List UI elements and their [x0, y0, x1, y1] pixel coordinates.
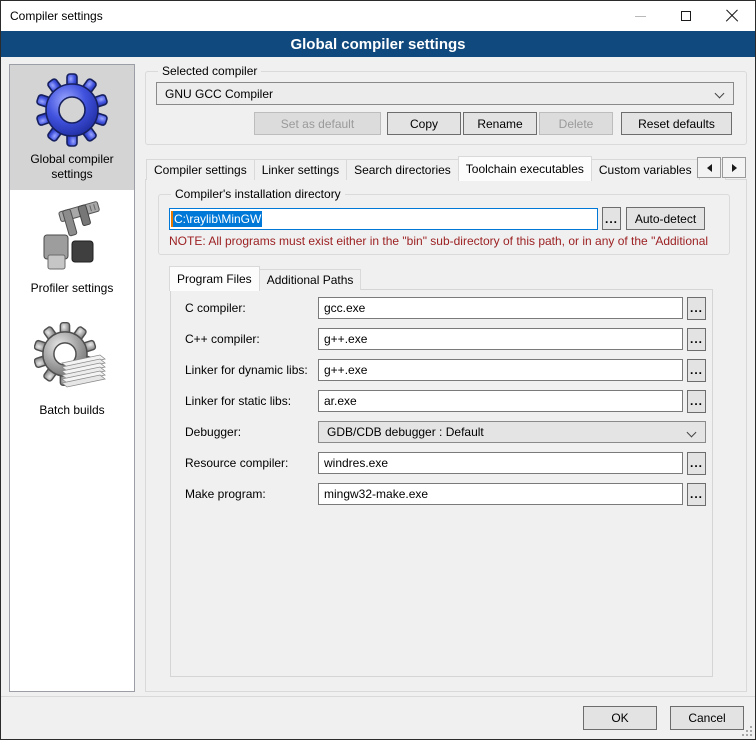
dialog-footer: OK Cancel: [1, 696, 755, 739]
browse-c-compiler-button[interactable]: ...: [687, 297, 706, 320]
field-label: Linker for static libs:: [185, 394, 318, 408]
installation-directory-row: C:\raylib\MinGW ... Auto-detect: [169, 207, 719, 230]
resource-compiler-input[interactable]: [318, 452, 683, 474]
program-files-tab-strip: Program Files Additional Paths: [169, 265, 730, 290]
field-label: C++ compiler:: [185, 332, 318, 346]
resize-grip[interactable]: [742, 726, 744, 728]
tab-program-files[interactable]: Program Files: [169, 266, 260, 291]
field-label: Debugger:: [185, 425, 318, 439]
delete-button[interactable]: Delete: [539, 112, 613, 135]
selected-compiler-group: Selected compiler GNU GCC Compiler Set a…: [145, 64, 747, 145]
program-files-panel: C compiler: ... C++ compiler: ... Linker…: [170, 289, 713, 677]
tab-scroll-right-button[interactable]: [722, 157, 746, 178]
static-linker-input[interactable]: [318, 390, 683, 412]
cancel-button[interactable]: Cancel: [670, 706, 744, 730]
sidebar-item-label: Profiler settings: [12, 281, 132, 296]
sidebar-item-label: Batch builds: [12, 403, 132, 418]
installation-directory-input[interactable]: C:\raylib\MinGW: [169, 208, 598, 230]
tab-scroll-buttons: [697, 157, 746, 178]
sidebar-item-label: Global compiler settings: [12, 152, 132, 182]
profiler-caliper-icon: [34, 197, 110, 277]
field-row-make-program: Make program: ...: [185, 483, 706, 505]
title-bar[interactable]: Compiler settings: [1, 1, 755, 31]
set-as-default-button[interactable]: Set as default: [254, 112, 381, 135]
dialog-header: Global compiler settings: [1, 31, 755, 57]
sidebar-item-batch-builds[interactable]: Batch builds: [10, 314, 134, 426]
toolchain-executables-page: Compiler's installation directory C:\ray…: [145, 179, 747, 692]
auto-detect-button[interactable]: Auto-detect: [626, 207, 705, 230]
field-label: C compiler:: [185, 301, 318, 315]
selected-compiler-legend: Selected compiler: [158, 64, 261, 78]
make-program-input[interactable]: [318, 483, 683, 505]
dialog-body: Global compiler settings: [1, 57, 755, 696]
tab-additional-paths[interactable]: Additional Paths: [259, 269, 362, 290]
triangle-right-icon: [732, 164, 737, 172]
debugger-select[interactable]: GDB/CDB debugger : Default: [318, 421, 706, 443]
chevron-down-icon: [687, 428, 697, 438]
tab-compiler-settings[interactable]: Compiler settings: [146, 159, 255, 180]
browse-static-linker-button[interactable]: ...: [687, 390, 706, 413]
copy-button[interactable]: Copy: [387, 112, 461, 135]
window-title: Compiler settings: [10, 9, 103, 23]
main-panel: Selected compiler GNU GCC Compiler Set a…: [145, 64, 747, 692]
field-row-debugger: Debugger: GDB/CDB debugger : Default: [185, 421, 706, 443]
tab-scroll-left-button[interactable]: [697, 157, 721, 178]
field-row-resource-compiler: Resource compiler: ...: [185, 452, 706, 474]
maximize-button[interactable]: [663, 1, 709, 31]
installation-directory-group: Compiler's installation directory C:\ray…: [158, 187, 730, 255]
field-label: Resource compiler:: [185, 456, 318, 470]
sidebar-item-profiler-settings[interactable]: Profiler settings: [10, 190, 134, 304]
close-button[interactable]: [709, 1, 755, 31]
browse-resource-compiler-button[interactable]: ...: [687, 452, 706, 475]
compiler-select[interactable]: GNU GCC Compiler: [156, 82, 734, 105]
settings-category-list: Global compiler settings: [9, 64, 135, 692]
c-compiler-input[interactable]: [318, 297, 683, 319]
dynamic-linker-input[interactable]: [318, 359, 683, 381]
cpp-compiler-input[interactable]: [318, 328, 683, 350]
dialog-header-title: Global compiler settings: [290, 36, 465, 53]
browse-cpp-compiler-button[interactable]: ...: [687, 328, 706, 351]
field-row-static-linker: Linker for static libs: ...: [185, 390, 706, 412]
compiler-buttons-row: Set as default Copy Rename Delete Reset …: [154, 112, 738, 135]
blue-gear-icon: [34, 72, 110, 148]
sidebar-item-global-compiler-settings[interactable]: Global compiler settings: [10, 65, 134, 190]
field-row-c-compiler: C compiler: ...: [185, 297, 706, 319]
field-row-dynamic-linker: Linker for dynamic libs: ...: [185, 359, 706, 381]
rename-button[interactable]: Rename: [463, 112, 537, 135]
compiler-settings-dialog: Compiler settings Global compiler settin…: [0, 0, 756, 740]
debugger-select-value: GDB/CDB debugger : Default: [327, 425, 484, 439]
compiler-select-value: GNU GCC Compiler: [165, 87, 273, 101]
chevron-down-icon: [715, 89, 725, 99]
minimize-button[interactable]: [617, 1, 663, 31]
browse-make-program-button[interactable]: ...: [687, 483, 706, 506]
batch-builds-icon: [34, 321, 110, 399]
tab-search-directories[interactable]: Search directories: [346, 159, 459, 180]
close-icon: [725, 9, 739, 23]
minimize-icon: [635, 16, 646, 17]
triangle-left-icon: [707, 164, 712, 172]
browse-directory-button[interactable]: ...: [602, 207, 621, 230]
bin-subdirectory-note: NOTE: All programs must exist either in …: [169, 234, 719, 248]
maximize-icon: [681, 11, 691, 21]
field-row-cpp-compiler: C++ compiler: ...: [185, 328, 706, 350]
field-label: Linker for dynamic libs:: [185, 363, 318, 377]
selected-path-text: C:\raylib\MinGW: [173, 211, 262, 227]
browse-dynamic-linker-button[interactable]: ...: [687, 359, 706, 382]
window-controls: [617, 1, 755, 31]
ok-button[interactable]: OK: [583, 706, 657, 730]
tab-custom-variables[interactable]: Custom variables: [591, 159, 700, 180]
reset-defaults-button[interactable]: Reset defaults: [621, 112, 732, 135]
tab-toolchain-executables[interactable]: Toolchain executables: [458, 156, 592, 181]
tab-linker-settings[interactable]: Linker settings: [254, 159, 347, 180]
installation-directory-legend: Compiler's installation directory: [171, 187, 345, 201]
field-label: Make program:: [185, 487, 318, 501]
settings-tab-strip: Compiler settings Linker settings Search…: [145, 154, 747, 180]
